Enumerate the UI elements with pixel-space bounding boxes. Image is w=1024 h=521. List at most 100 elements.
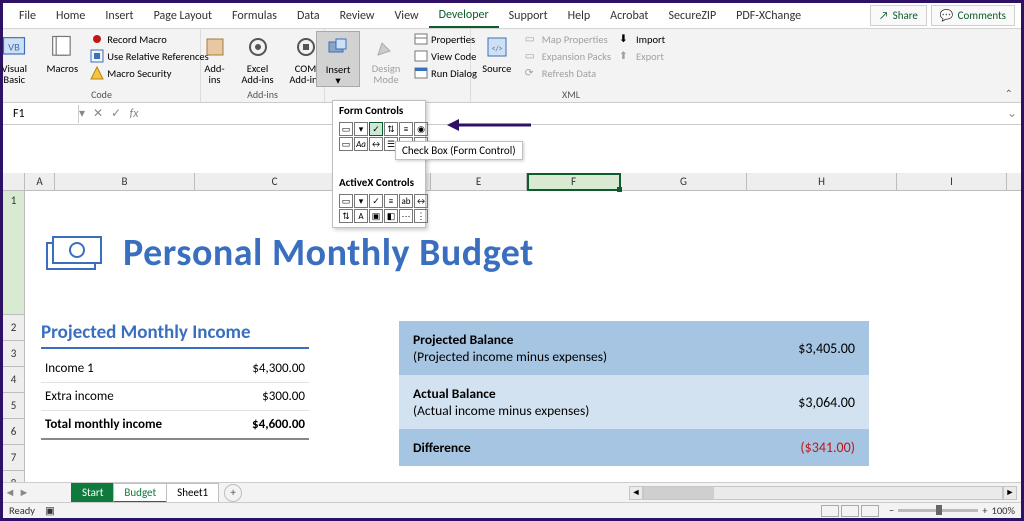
tab-pdf-xchange[interactable]: PDF-XChange	[726, 5, 811, 27]
control-tooltip: Check Box (Form Control)	[395, 141, 523, 160]
col-header-E[interactable]: E	[431, 173, 527, 190]
form-label-icon[interactable]: Aa	[354, 137, 368, 151]
sheet-tab-budget[interactable]: Budget	[113, 483, 167, 503]
ax-more1-icon[interactable]: ⋯	[399, 209, 413, 223]
row-header-7[interactable]: 7	[3, 445, 24, 471]
row-header-3[interactable]: 3	[3, 341, 24, 367]
sheet-tab-start[interactable]: Start	[71, 483, 114, 503]
tab-data[interactable]: Data	[287, 5, 330, 27]
col-header-H[interactable]: H	[747, 173, 897, 190]
form-button-icon[interactable]: ▭	[339, 122, 353, 136]
tab-support[interactable]: Support	[499, 5, 558, 27]
col-header-I[interactable]: I	[897, 173, 1007, 190]
tab-securezip[interactable]: SecureZIP	[658, 5, 726, 27]
tab-home[interactable]: Home	[46, 5, 95, 27]
formula-input[interactable]	[143, 105, 1003, 122]
row-header-5[interactable]: 5	[3, 393, 24, 419]
scroll-left-icon[interactable]: ◄	[629, 486, 643, 500]
macro-record-status-icon[interactable]: ▣	[45, 504, 55, 517]
worksheet[interactable]: ABCDEFGHI 12345678 Personal Monthly Budg…	[3, 125, 1021, 482]
ax-combo-icon[interactable]: ▾	[354, 194, 368, 208]
use-relative-refs-button[interactable]: Use Relative References	[88, 48, 210, 64]
form-scroll-icon[interactable]: ↔	[369, 137, 383, 151]
ax-label-icon[interactable]: A	[354, 209, 368, 223]
ax-more2-icon[interactable]: ⋮	[414, 209, 428, 223]
row-headers[interactable]: 12345678	[3, 191, 25, 482]
row-header-2[interactable]: 2	[3, 315, 24, 341]
macro-security-button[interactable]: Macro Security	[88, 65, 210, 81]
tab-view[interactable]: View	[385, 5, 429, 27]
ax-list-icon[interactable]: ≡	[384, 194, 398, 208]
horizontal-scrollbar[interactable]: ◄ ►	[242, 486, 1021, 500]
addins-button[interactable]: Add- ins	[198, 31, 232, 85]
tab-developer[interactable]: Developer	[429, 4, 499, 28]
view-normal-button[interactable]	[821, 505, 839, 517]
refresh-data-button[interactable]: ⟳Refresh Data	[523, 65, 613, 81]
ax-scroll-icon[interactable]: ↔	[414, 194, 428, 208]
row-header-4[interactable]: 4	[3, 367, 24, 393]
zoom-value: 100%	[992, 504, 1015, 517]
form-list-icon[interactable]: ≡	[399, 122, 413, 136]
enter-formula-icon[interactable]: ✓	[107, 106, 125, 121]
view-code-button[interactable]: View Code	[412, 48, 479, 64]
excel-addins-button[interactable]: Excel Add-ins	[236, 31, 280, 85]
ax-checkbox-icon[interactable]: ✓	[369, 194, 383, 208]
tab-file[interactable]: File	[9, 5, 46, 27]
ax-text-icon[interactable]: ab	[399, 194, 413, 208]
tab-page-layout[interactable]: Page Layout	[144, 5, 222, 27]
expand-formula-bar-icon[interactable]: ⌄	[1003, 106, 1021, 121]
tab-insert[interactable]: Insert	[95, 5, 143, 27]
view-page-break-button[interactable]	[861, 505, 879, 517]
map-properties-button[interactable]: ▭Map Properties	[523, 31, 613, 47]
import-button[interactable]: ⬇Import	[617, 31, 667, 47]
form-group-icon[interactable]: ▭	[339, 137, 353, 151]
ax-image-icon[interactable]: ▣	[369, 209, 383, 223]
form-checkbox-icon[interactable]: ✓	[369, 122, 383, 136]
visual-basic-button[interactable]: VB Visual Basic	[0, 31, 36, 85]
row-header-8[interactable]: 8	[3, 471, 24, 482]
tab-help[interactable]: Help	[558, 5, 601, 27]
insert-controls-button[interactable]: Insert▾	[316, 31, 360, 87]
row-header-6[interactable]: 6	[3, 419, 24, 445]
zoom-slider[interactable]	[898, 509, 978, 512]
run-dialog-button[interactable]: Run Dialog	[412, 65, 479, 81]
tab-acrobat[interactable]: Acrobat	[600, 5, 658, 27]
cancel-formula-icon[interactable]: ✕	[89, 106, 107, 121]
column-headers[interactable]: ABCDEFGHI	[3, 173, 1021, 191]
col-header-B[interactable]: B	[55, 173, 195, 190]
design-mode-button[interactable]: Design Mode	[364, 31, 408, 85]
sheet-nav-next-icon[interactable]: ►	[17, 486, 31, 499]
ax-button-icon[interactable]: ▭	[339, 194, 353, 208]
macros-button[interactable]: Macros	[40, 31, 84, 74]
sheet-tab-sheet1[interactable]: Sheet1	[166, 483, 219, 503]
form-option-icon[interactable]: ◉	[414, 122, 428, 136]
zoom-out-icon[interactable]: −	[889, 504, 894, 517]
properties-button[interactable]: Properties	[412, 31, 479, 47]
view-page-layout-button[interactable]	[841, 505, 859, 517]
record-macro-button[interactable]: Record Macro	[88, 31, 210, 47]
col-header-F[interactable]: F	[527, 173, 621, 190]
row-header-1[interactable]: 1	[3, 191, 24, 315]
expansion-packs-button[interactable]: ▭Expansion Packs	[523, 48, 613, 64]
share-button[interactable]: ↗Share	[870, 5, 927, 26]
scroll-right-icon[interactable]: ►	[1003, 486, 1017, 500]
tab-review[interactable]: Review	[330, 5, 385, 27]
col-header-C[interactable]: C	[195, 173, 355, 190]
tab-formulas[interactable]: Formulas	[222, 5, 287, 27]
form-combo-icon[interactable]: ▾	[354, 122, 368, 136]
collapse-ribbon-button[interactable]: ⌃	[1005, 87, 1013, 100]
export-button[interactable]: ⬆Export	[617, 48, 667, 64]
zoom-in-icon[interactable]: +	[982, 504, 987, 517]
sheet-nav-prev-icon[interactable]: ◄	[3, 486, 17, 499]
form-spin-icon[interactable]: ⇅	[384, 122, 398, 136]
comments-button[interactable]: 💬Comments	[931, 5, 1015, 26]
fx-icon[interactable]: fx	[125, 107, 143, 121]
ax-spin-icon[interactable]: ⇅	[339, 209, 353, 223]
col-header-A[interactable]: A	[25, 173, 55, 190]
col-header-G[interactable]: G	[621, 173, 747, 190]
add-sheet-button[interactable]: +	[224, 484, 242, 502]
name-box[interactable]: F1	[7, 105, 79, 123]
source-button[interactable]: </>Source	[475, 31, 519, 74]
zoom-control[interactable]: − + 100%	[889, 504, 1015, 517]
ax-toggle-icon[interactable]: ◧	[384, 209, 398, 223]
